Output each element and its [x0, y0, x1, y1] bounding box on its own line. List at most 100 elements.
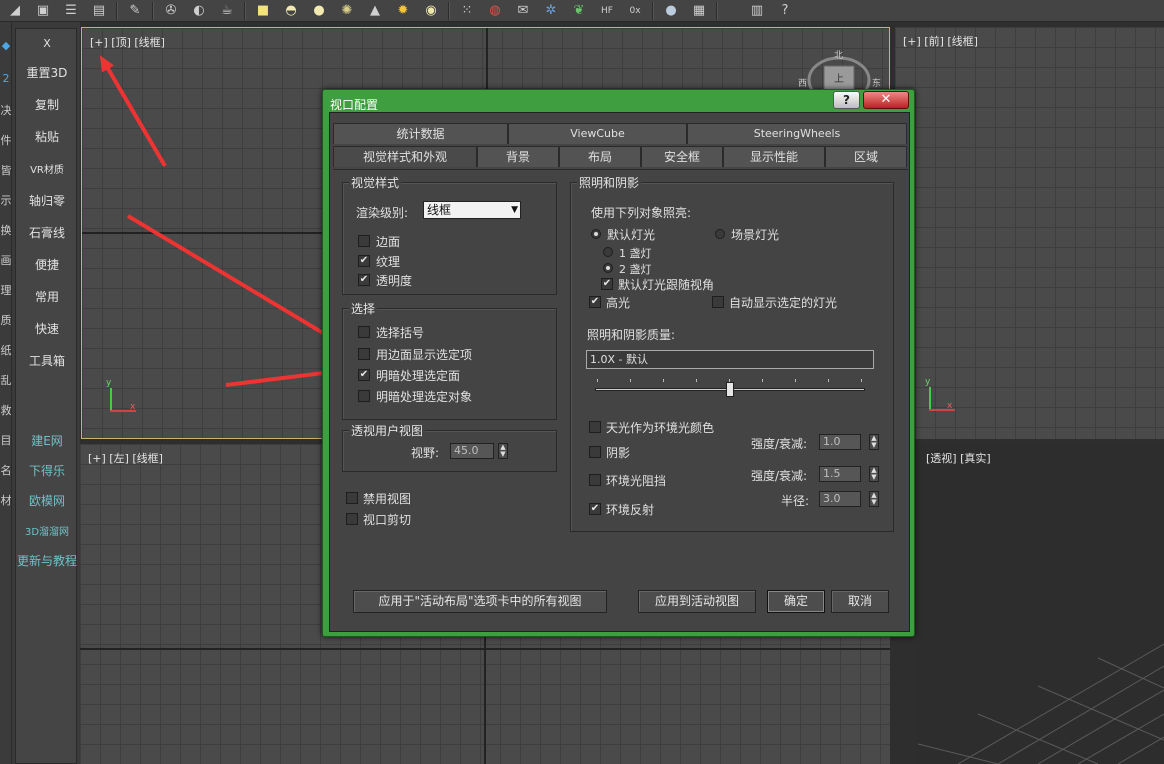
textures-checkbox[interactable]: ✔ — [358, 255, 370, 267]
panel-close-button[interactable]: X — [16, 37, 78, 50]
skylight-ambient-checkbox[interactable] — [589, 421, 601, 433]
panel-link-xiadele[interactable]: 下得乐 — [16, 462, 78, 479]
fov-spinner[interactable]: ▲ ▼ — [498, 443, 508, 459]
left-strip-item[interactable]: 目 — [0, 432, 12, 448]
ao-radius-input[interactable]: 3.0 — [819, 491, 861, 507]
envelope-icon[interactable]: ✉ — [512, 2, 534, 20]
gear-icon[interactable]: ✲ — [540, 2, 562, 20]
tab-visual-style[interactable]: 视觉样式和外观 — [333, 146, 477, 167]
panel-item-paste[interactable]: 粘贴 — [16, 128, 78, 145]
auto-display-lights-checkbox[interactable] — [712, 296, 724, 308]
slider-thumb[interactable] — [726, 382, 734, 397]
dots-icon[interactable]: ⁙ — [456, 2, 478, 20]
dome-icon[interactable]: ◓ — [280, 2, 302, 20]
quality-slider[interactable] — [595, 379, 865, 399]
apply-all-views-button[interactable]: 应用于"活动布局"选项卡中的所有视图 — [353, 590, 607, 613]
shade-selected-faces-checkbox[interactable]: ✔ — [358, 369, 370, 381]
shape-icon[interactable]: ◢ — [4, 2, 26, 20]
screen-icon[interactable]: ▦ — [688, 2, 710, 20]
panel-item-axis-zero[interactable]: 轴归零 — [16, 192, 78, 209]
mirror-icon[interactable]: ◐ — [188, 2, 210, 20]
left-strip-item[interactable]: 乱 — [0, 372, 12, 388]
left-strip-item[interactable]: 救 — [0, 402, 12, 418]
panel-icon[interactable]: ▥ — [746, 2, 768, 20]
camera-icon[interactable]: ✇ — [160, 2, 182, 20]
panel-item-common[interactable]: 常用 — [16, 288, 78, 305]
left-strip-item[interactable]: 换 — [0, 222, 12, 238]
left-strip-item[interactable]: 材 — [0, 492, 12, 508]
left-strip-item[interactable]: 理 — [0, 282, 12, 298]
circle-icon[interactable]: ◉ — [420, 2, 442, 20]
panel-item-toolbox[interactable]: 工具箱 — [16, 352, 78, 369]
left-strip-item[interactable]: 质 — [0, 312, 12, 328]
cancel-button[interactable]: 取消 — [831, 590, 889, 613]
ball-icon[interactable]: ● — [660, 2, 682, 20]
hf-icon[interactable]: HF — [596, 2, 618, 20]
tab-steeringwheels[interactable]: SteeringWheels — [687, 123, 907, 144]
panel-link-3dliuliu[interactable]: 3D溜溜网 — [16, 523, 78, 538]
ok-button[interactable]: 确定 — [767, 590, 825, 613]
left-strip-item[interactable]: 2 — [0, 72, 12, 85]
environment-reflection-checkbox[interactable]: ✔ — [589, 503, 601, 515]
box-icon[interactable]: ■ — [252, 2, 274, 20]
viewport-perspective[interactable]: [透视] [真实] — [918, 444, 1164, 764]
panel-item-reset3d[interactable]: 重置3D — [16, 64, 78, 81]
lights-follow-view-checkbox[interactable]: ✔ — [601, 278, 613, 290]
selection-brackets-checkbox[interactable] — [358, 326, 370, 338]
viewport-label[interactable]: [+] [顶] [线框] — [90, 34, 165, 50]
left-strip-item[interactable]: 名 — [0, 462, 12, 478]
one-light-radio[interactable] — [603, 247, 613, 257]
ao-intensity-spinner[interactable]: ▲ ▼ — [869, 466, 879, 482]
panel-item-convenient[interactable]: 便捷 — [16, 256, 78, 273]
scene-lights-radio[interactable] — [715, 229, 725, 239]
two-lights-radio[interactable] — [603, 263, 613, 273]
panel-item-molding[interactable]: 石膏线 — [16, 224, 78, 241]
panel-link-oumo[interactable]: 欧模网 — [16, 492, 78, 509]
viewport-front[interactable]: [+] [前] [线框] y x — [895, 27, 1164, 439]
tab-layout[interactable]: 布局 — [559, 146, 641, 167]
disable-view-checkbox[interactable] — [346, 492, 358, 504]
cone-icon[interactable]: ▲ — [364, 2, 386, 20]
layer-icon[interactable]: ▤ — [88, 2, 110, 20]
ao-radius-spinner[interactable]: ▲ ▼ — [869, 491, 879, 507]
grass-icon[interactable]: ❦ — [568, 2, 590, 20]
panel-item-quick[interactable]: 快速 — [16, 320, 78, 337]
panel-link-update-tutorial[interactable]: 更新与教程 — [16, 552, 78, 569]
left-strip-item[interactable]: 纸 — [0, 342, 12, 358]
viewport-clip-checkbox[interactable] — [346, 513, 358, 525]
mesh-icon[interactable]: ✺ — [336, 2, 358, 20]
shadow-intensity-spinner[interactable]: ▲ ▼ — [869, 434, 879, 450]
ambient-occlusion-checkbox[interactable] — [589, 474, 601, 486]
sun-icon[interactable]: ✹ — [392, 2, 414, 20]
transparency-checkbox[interactable]: ✔ — [358, 274, 370, 286]
tab-background[interactable]: 背景 — [477, 146, 559, 167]
tab-viewcube[interactable]: ViewCube — [508, 123, 687, 144]
list-icon[interactable]: ☰ — [60, 2, 82, 20]
dialog-close-button[interactable]: ✕ — [863, 91, 909, 109]
left-strip-item[interactable]: 示 — [0, 192, 12, 208]
ox-icon[interactable]: 0x — [624, 2, 646, 20]
fov-input[interactable]: 45.0 — [450, 443, 494, 459]
left-strip-item[interactable]: 皆 — [0, 162, 12, 178]
tab-regions[interactable]: 区域 — [825, 146, 907, 167]
render-icon[interactable]: ▣ — [32, 2, 54, 20]
sphere-icon[interactable]: ● — [308, 2, 330, 20]
viewport-label[interactable]: [+] [左] [线框] — [88, 450, 163, 466]
edged-selection-checkbox[interactable] — [358, 348, 370, 360]
pill-icon[interactable]: ◍ — [484, 2, 506, 20]
left-strip-item[interactable]: 画 — [0, 252, 12, 268]
bulb-icon[interactable]: ✎ — [124, 2, 146, 20]
ao-intensity-input[interactable]: 1.5 — [819, 466, 861, 482]
teapot-icon[interactable]: ☕ — [216, 2, 238, 20]
left-strip-logo-icon[interactable]: ◆ — [0, 39, 12, 52]
panel-item-vray-material[interactable]: VR材质 — [16, 161, 78, 176]
viewport-label[interactable]: [+] [前] [线框] — [903, 33, 978, 49]
tab-statistics[interactable]: 统计数据 — [333, 123, 508, 144]
help-icon[interactable]: ? — [774, 2, 796, 20]
panel-item-copy[interactable]: 复制 — [16, 96, 78, 113]
highlights-checkbox[interactable]: ✔ — [589, 296, 601, 308]
edged-faces-checkbox[interactable] — [358, 235, 370, 247]
default-lights-radio[interactable] — [591, 229, 601, 239]
shadows-checkbox[interactable] — [589, 446, 601, 458]
left-strip-item[interactable]: 件 — [0, 132, 12, 148]
